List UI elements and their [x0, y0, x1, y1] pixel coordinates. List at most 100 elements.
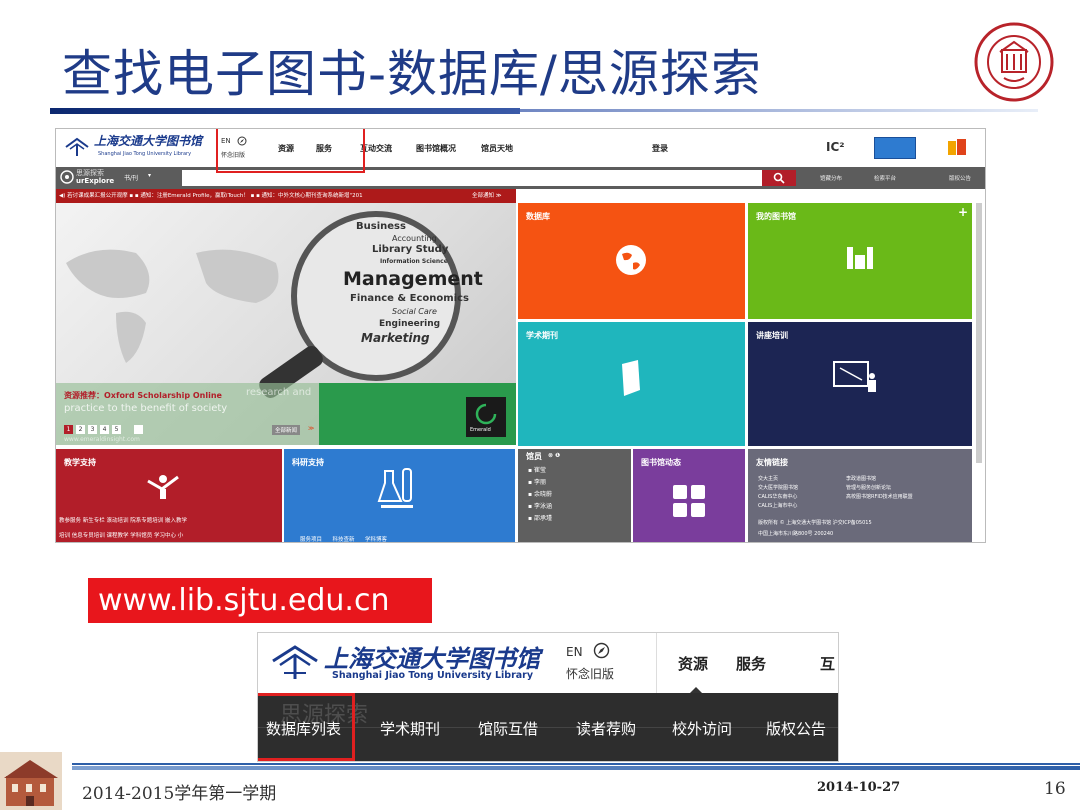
tab-journals[interactable]: 学术期刊	[380, 718, 440, 739]
plus-icon[interactable]: +	[958, 205, 968, 219]
footer-semester: 2014-2015学年第一学期	[82, 784, 277, 804]
lab-flask-icon	[377, 468, 413, 508]
banner-page-4[interactable]: 4	[100, 425, 109, 434]
banner-word: Information Science	[380, 258, 448, 265]
zoom-lang-en-link[interactable]: EN	[566, 645, 583, 659]
zoom-nav-services[interactable]: 服务	[736, 653, 766, 674]
tile-librarians[interactable]: 馆员 ⊗ ❶ ▪ 崔莹 ▪ 李丽 ▪ 余晓蔚 ▪ 李泳涵 ▪ 邵承瑾	[518, 449, 631, 542]
books-icon[interactable]	[946, 137, 970, 157]
tab-purchase-request[interactable]: 读者荐购	[576, 718, 636, 739]
teaching-links-row2[interactable]: 培训 信息专员培训 课程教学 学科馆员 学习中心 小	[59, 531, 183, 539]
librarian-item[interactable]: ▪ 李泳涵	[528, 501, 552, 513]
all-notices-link[interactable]: 全部通知 ≫	[468, 189, 506, 203]
nav-about[interactable]: 图书馆概况	[416, 143, 456, 154]
friend-link[interactable]: CALIS上海市中心	[758, 502, 798, 511]
highlight-box	[258, 693, 355, 761]
ic-square-logo[interactable]: IC²	[826, 140, 845, 154]
footer-rule-accent	[72, 766, 1080, 770]
login-link[interactable]: 登录	[652, 143, 668, 154]
banner-word: Business	[356, 221, 406, 232]
banner-faded-text: research and	[246, 387, 312, 398]
banner-word: Engineering	[379, 319, 441, 329]
zoom-nav-interaction[interactable]: 互	[820, 653, 835, 674]
librarian-item[interactable]: ▪ 余晓蔚	[528, 489, 552, 501]
teaching-links-row1[interactable]: 教参服务 新生专栏 滚动培训 院系专题培训 嵌入教学	[59, 516, 187, 524]
title-underline	[50, 108, 520, 114]
rss-info-icon[interactable]: ⊗ ❶	[548, 452, 560, 459]
friend-link[interactable]: 交大主页	[758, 475, 798, 484]
tile-journals[interactable]: 学术期刊	[518, 322, 745, 446]
librarian-item[interactable]: ▪ 李丽	[528, 477, 552, 489]
lecture-board-icon	[833, 361, 876, 392]
links-col2: 李政道图书馆 管理与服务创新论坛 高校图书馆RFID技术应用联盟	[846, 475, 913, 502]
tile-links[interactable]: 友情链接 交大主页 交大医学院图书馆 CALIS华东南中心 CALIS上海市中心…	[748, 449, 972, 542]
zoom-nav-resources[interactable]: 资源	[678, 653, 708, 674]
tile-research[interactable]: 科研支持 服务项目 科技查新 学科博客	[284, 449, 515, 542]
friend-link[interactable]: 李政道图书馆	[846, 475, 913, 484]
teacher-icon	[147, 475, 179, 499]
banner-word: Marketing	[361, 331, 430, 345]
tile-teaching-label: 教学支持	[64, 458, 96, 467]
search-scope-select[interactable]: 书/刊	[124, 173, 138, 182]
search-link-copyright[interactable]: 版权公告	[949, 174, 971, 182]
librarian-item[interactable]: ▪ 崔莹	[528, 465, 552, 477]
banner-page-1[interactable]: 1	[64, 425, 73, 434]
friend-link[interactable]: 管理与服务创新论坛	[846, 484, 913, 493]
banner-caption[interactable]: 资源推荐：Oxford Scholarship Online	[64, 390, 222, 401]
zoom-old-version-link[interactable]: 怀念旧版	[566, 665, 614, 682]
librarian-item[interactable]: ▪ 邵承瑾	[528, 513, 552, 525]
banner-word: Management	[343, 268, 483, 290]
tab-offcampus-access[interactable]: 校外访问	[672, 718, 732, 739]
friend-link[interactable]: CALIS华东南中心	[758, 493, 798, 502]
banner-word: Accounting	[392, 234, 437, 243]
chevron-down-icon[interactable]: ▾	[148, 172, 151, 179]
all-news-button[interactable]: 全部新闻	[272, 425, 301, 435]
rss-icon[interactable]: ≫	[308, 425, 314, 432]
emerald-label: Emerald	[470, 427, 491, 433]
search-brand-en: urExplore	[76, 177, 115, 185]
tile-my-library-label: 我的图书馆	[756, 212, 796, 221]
library-homepage-screenshot: 上海交通大学图书馆 Shanghai Jiao Tong University …	[55, 128, 986, 543]
tile-my-library[interactable]: 我的图书馆 +	[748, 203, 972, 319]
scrollbar[interactable]	[976, 203, 982, 463]
banner-page-2[interactable]: 2	[76, 425, 85, 434]
emerald-logo[interactable]: Emerald	[466, 397, 506, 437]
tile-databases-label: 数据库	[526, 212, 550, 221]
notice-ticker[interactable]: ◀) 若讨课成果汇报公开观摩 ▪ ▪ 通知：注册Emerald Profile，…	[56, 189, 516, 203]
divider	[656, 633, 657, 693]
zoom-logo-english: Shanghai Jiao Tong University Library	[332, 670, 534, 681]
banner-page-stop[interactable]	[134, 425, 143, 434]
friend-link[interactable]: 高校图书馆RFID技术应用联盟	[846, 493, 913, 502]
compass-icon[interactable]	[593, 642, 610, 659]
search-icon	[773, 172, 785, 184]
hero-banner[interactable]: Business Accounting Library Study Inform…	[56, 203, 516, 445]
highlight-box	[216, 129, 365, 173]
banner-word: Social Care	[392, 307, 437, 316]
banner-page-5[interactable]: 5	[112, 425, 121, 434]
logo-chinese-name[interactable]: 上海交通大学图书馆	[94, 132, 202, 149]
search-link-platform[interactable]: 检索平台	[874, 174, 896, 182]
links-col1: 交大主页 交大医学院图书馆 CALIS华东南中心 CALIS上海市中心	[758, 475, 798, 511]
nav-staff[interactable]: 馆员天地	[481, 143, 513, 154]
tab-copyright[interactable]: 版权公告	[766, 718, 826, 739]
globe-icon	[616, 245, 646, 275]
university-seal-icon	[974, 22, 1054, 102]
zoom-logo-chinese[interactable]: 上海交通大学图书馆	[324, 639, 540, 674]
address-text: 中国上海市东川路800号 200240	[758, 531, 834, 537]
notice-text[interactable]: ◀) 若讨课成果汇报公开观摩 ▪ ▪ 通知：注册Emerald Profile，…	[56, 193, 363, 199]
research-links[interactable]: 服务项目 科技查新 学科博客	[300, 535, 387, 542]
tile-teaching[interactable]: 教学支持 教参服务 新生专栏 滚动培训 院系专题培训 嵌入教学 培训 信息专员培…	[56, 449, 282, 542]
friend-link[interactable]: 交大医学院图书馆	[758, 484, 798, 493]
emerald-swirl-icon	[475, 403, 497, 425]
tile-databases[interactable]: 数据库	[518, 203, 745, 319]
banner-page-3[interactable]: 3	[88, 425, 97, 434]
logo-english-name: Shanghai Jiao Tong University Library	[98, 151, 192, 157]
tile-news[interactable]: 图书馆动态	[633, 449, 745, 542]
living-library-icon[interactable]	[874, 137, 916, 159]
search-button[interactable]	[762, 170, 796, 186]
search-link-holdings[interactable]: 馆藏分布	[820, 174, 842, 182]
tile-training[interactable]: 讲座培训	[748, 322, 972, 446]
tab-interlibrary-loan[interactable]: 馆际互借	[478, 718, 538, 739]
library-url-banner: www.lib.sjtu.edu.cn	[88, 578, 432, 623]
librarian-list: ▪ 崔莹 ▪ 李丽 ▪ 余晓蔚 ▪ 李泳涵 ▪ 邵承瑾	[528, 465, 552, 525]
